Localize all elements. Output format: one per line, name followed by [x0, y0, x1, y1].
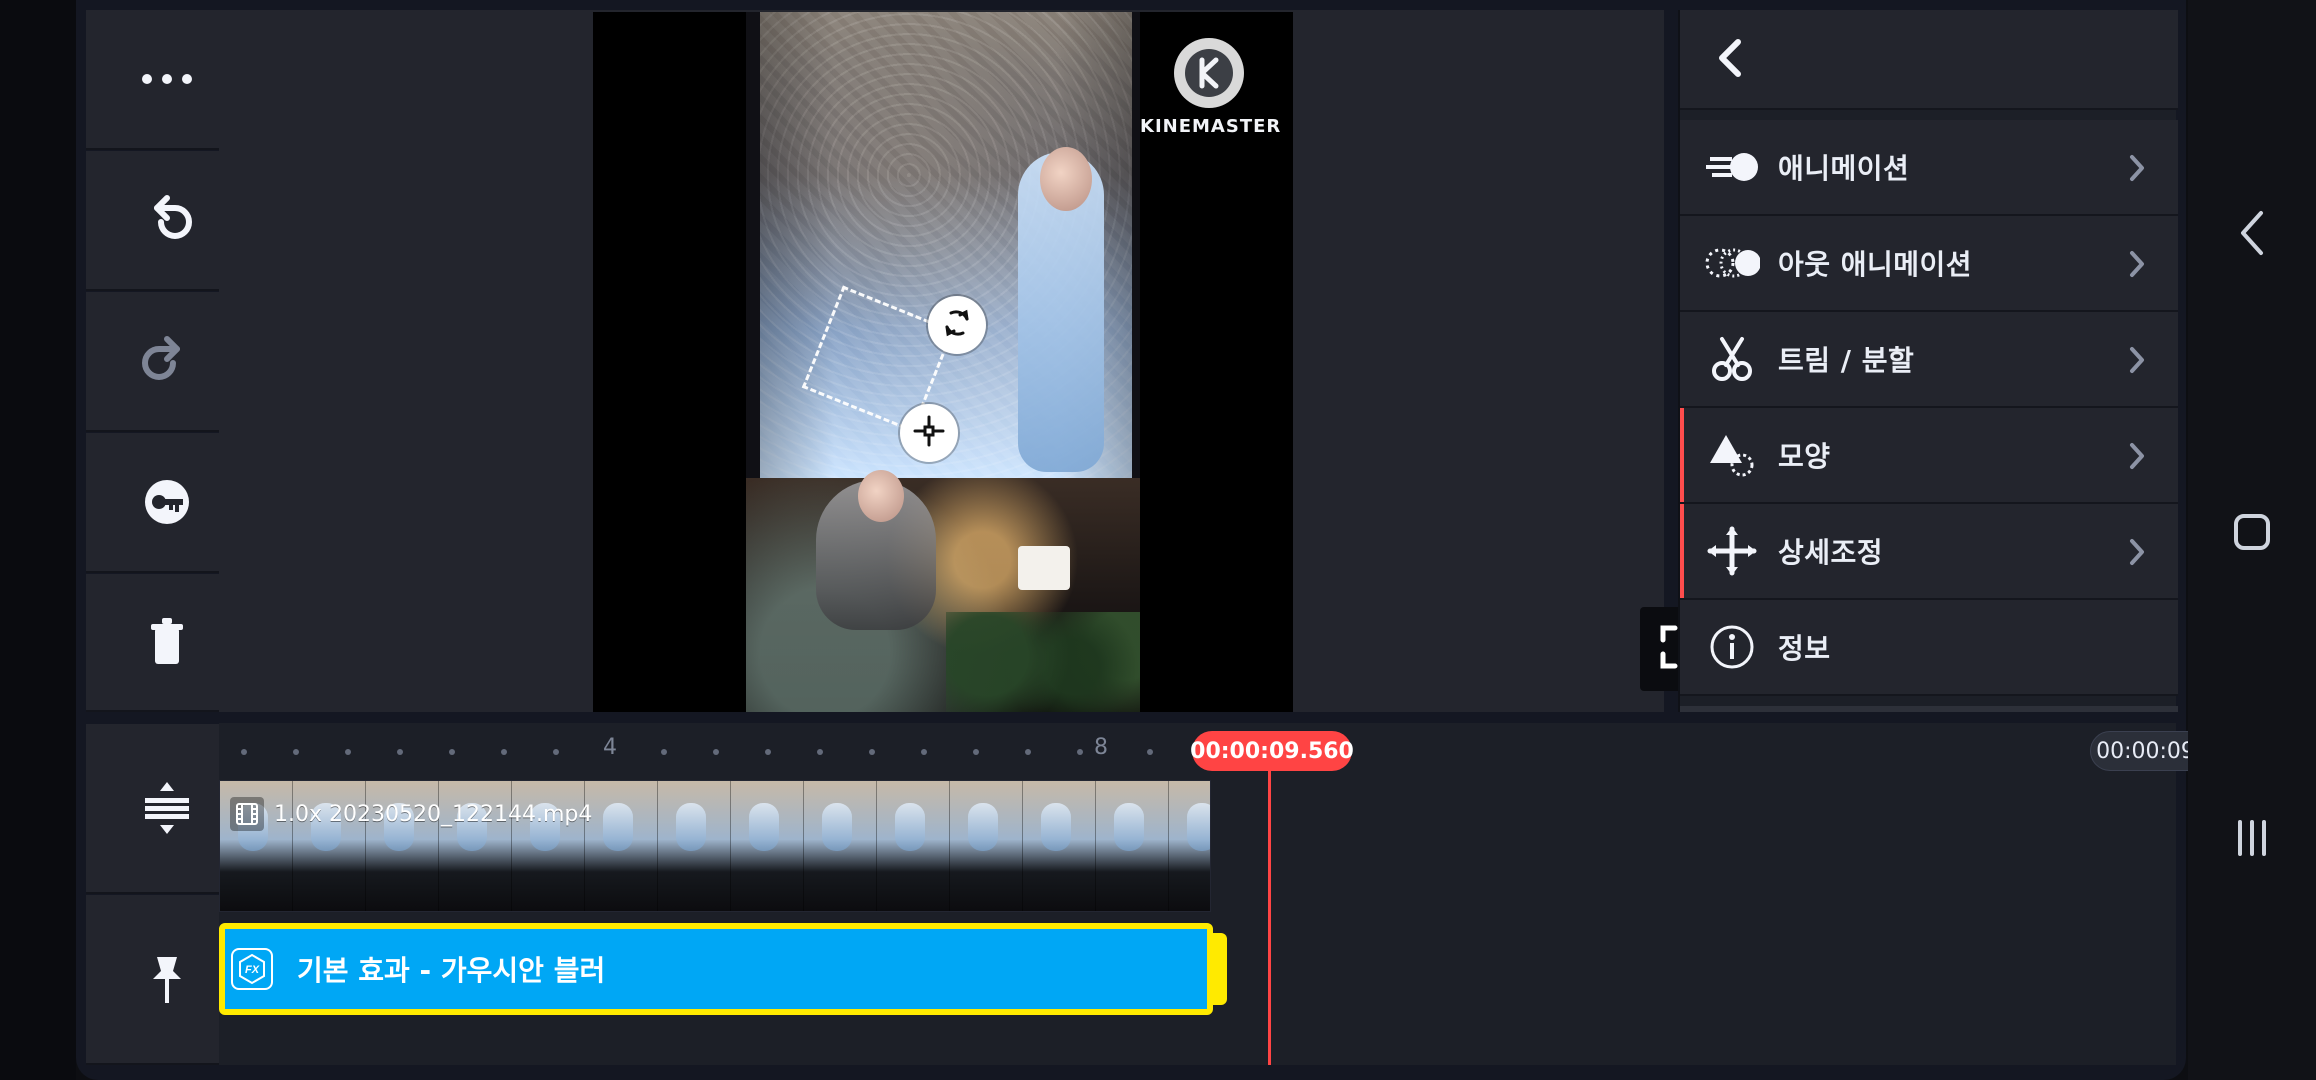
system-navigation-bar [2188, 0, 2316, 1080]
ruler-tick [553, 749, 559, 755]
singer-head [858, 470, 904, 522]
table-sign [1018, 546, 1070, 590]
scissors-icon [1700, 327, 1764, 391]
redo-icon [135, 329, 199, 393]
ruler-tick [661, 749, 667, 755]
film-icon [230, 797, 264, 831]
ruler-tick [869, 749, 875, 755]
shape-icon [1700, 423, 1764, 487]
clip-thumbnail [731, 781, 804, 911]
out-animation-icon [1700, 231, 1764, 295]
clip-thumbnail [658, 781, 731, 911]
options-menu: 애니메이션 아웃 애니메이션 트림 / 분할 모양 상세조정 정보 [1680, 120, 2178, 696]
menu-item-label: 모양 [1778, 440, 1831, 473]
undo-icon [135, 188, 199, 252]
chevron-right-icon [2120, 148, 2154, 188]
clip-options-panel: 애니메이션 아웃 애니메이션 트림 / 분할 모양 상세조정 정보 [1678, 10, 2178, 712]
panel-bottom-line [1680, 706, 2178, 712]
ruler-tick [817, 749, 823, 755]
chevron-right-icon [2120, 340, 2154, 380]
effect-trim-handle[interactable] [1211, 933, 1227, 1005]
clip-name: 1.0x 20230520_122144.mp4 [274, 801, 593, 827]
ruler-tick [1077, 749, 1083, 755]
delete-icon [135, 610, 199, 674]
timeline-ruler[interactable]: 4 8 00:00:09.560 00:00:09.719 [219, 723, 2250, 775]
clip-thumbnail [1023, 781, 1096, 911]
ruler-tick [397, 749, 403, 755]
animation-icon [1700, 135, 1764, 199]
more-icon [137, 69, 197, 89]
clip-thumbnail [804, 781, 877, 911]
ruler-tick [293, 749, 299, 755]
ruler-tick [241, 749, 247, 755]
chevron-right-icon [2120, 532, 2154, 572]
pin-icon [135, 947, 199, 1011]
clip-label: 1.0x 20230520_122144.mp4 [230, 797, 592, 831]
menu-item-label: 트림 / 분할 [1778, 344, 1915, 377]
timeline: 4 8 00:00:09.560 00:00:09.719 1.0x 20230… [219, 723, 2250, 1065]
menu-item-info[interactable]: 정보 [1680, 600, 2178, 696]
playhead[interactable] [1268, 763, 1271, 1065]
kinemaster-watermark: KINEMASTER [1140, 38, 1282, 148]
fx-badge-text: FX [245, 964, 260, 976]
recents-icon [2230, 814, 2274, 866]
ruler-tick [449, 749, 455, 755]
ruler-tick [921, 749, 927, 755]
kinemaster-editor: KINEMASTER 애니메이션 아웃 애니메이션 트림 / 분할 모양 상세조… [76, 0, 2250, 1080]
info-icon [1700, 615, 1764, 679]
clip-thumbnail [1169, 781, 1210, 911]
ruler-tick [765, 749, 771, 755]
chevron-left-icon [2235, 205, 2269, 265]
menu-item-out-animation[interactable]: 아웃 애니메이션 [1680, 216, 2178, 312]
menu-item-shape[interactable]: 모양 [1680, 408, 2178, 504]
plants [946, 612, 1140, 712]
move-icon [1700, 519, 1764, 583]
menu-item-animation[interactable]: 애니메이션 [1680, 120, 2178, 216]
system-back-button[interactable] [2188, 175, 2316, 295]
kinemaster-logo [1174, 38, 1244, 108]
panel-header [1680, 10, 2178, 110]
move-handle[interactable] [900, 404, 958, 462]
rotate-handle[interactable] [928, 296, 986, 354]
video-clip[interactable]: 1.0x 20230520_122144.mp4 [219, 780, 1211, 912]
ruler-label: 8 [1094, 735, 1108, 760]
menu-item-label: 정보 [1778, 632, 1831, 665]
anchor-icon [909, 411, 949, 455]
clip-thumbnail [585, 781, 658, 911]
current-time-badge: 00:00:09.560 [1190, 731, 1354, 771]
chevron-right-icon [2120, 436, 2154, 476]
ruler-tick [501, 749, 507, 755]
video-preview[interactable] [746, 12, 1140, 712]
panel-back-button[interactable] [1698, 28, 1762, 92]
clip-thumbnail [950, 781, 1023, 911]
watermark-text: KINEMASTER [1140, 116, 1282, 137]
effect-clip[interactable]: FX 기본 효과 - 가우시안 블러 [219, 923, 1227, 1015]
menu-item-trim-split[interactable]: 트림 / 분할 [1680, 312, 2178, 408]
rotate-icon [937, 303, 977, 347]
menu-item-fine-tune[interactable]: 상세조정 [1680, 504, 2178, 600]
ruler-tick [345, 749, 351, 755]
ruler-tick [1025, 749, 1031, 755]
menu-item-label: 애니메이션 [1778, 152, 1910, 185]
ruler-tick [1147, 749, 1153, 755]
chevron-right-icon [2120, 244, 2154, 284]
system-recents-button[interactable] [2188, 780, 2316, 900]
system-home-button[interactable] [2188, 474, 2316, 594]
left-edge-strip [0, 0, 76, 1080]
track-height-icon [135, 776, 199, 840]
chevron-left-icon [1712, 36, 1748, 84]
home-icon [2230, 510, 2274, 558]
ruler-tick [713, 749, 719, 755]
clip-thumbnail [877, 781, 950, 911]
effect-name: 기본 효과 - 가우시안 블러 [297, 954, 606, 987]
clip-thumbnail [1096, 781, 1169, 911]
menu-item-label: 아웃 애니메이션 [1778, 248, 1973, 281]
fx-icon: FX [231, 948, 273, 990]
ruler-tick [973, 749, 979, 755]
on-screen-person-head [1040, 147, 1092, 211]
ruler-label: 4 [603, 735, 617, 760]
keyframe-icon [135, 470, 199, 534]
menu-item-label: 상세조정 [1778, 536, 1884, 569]
